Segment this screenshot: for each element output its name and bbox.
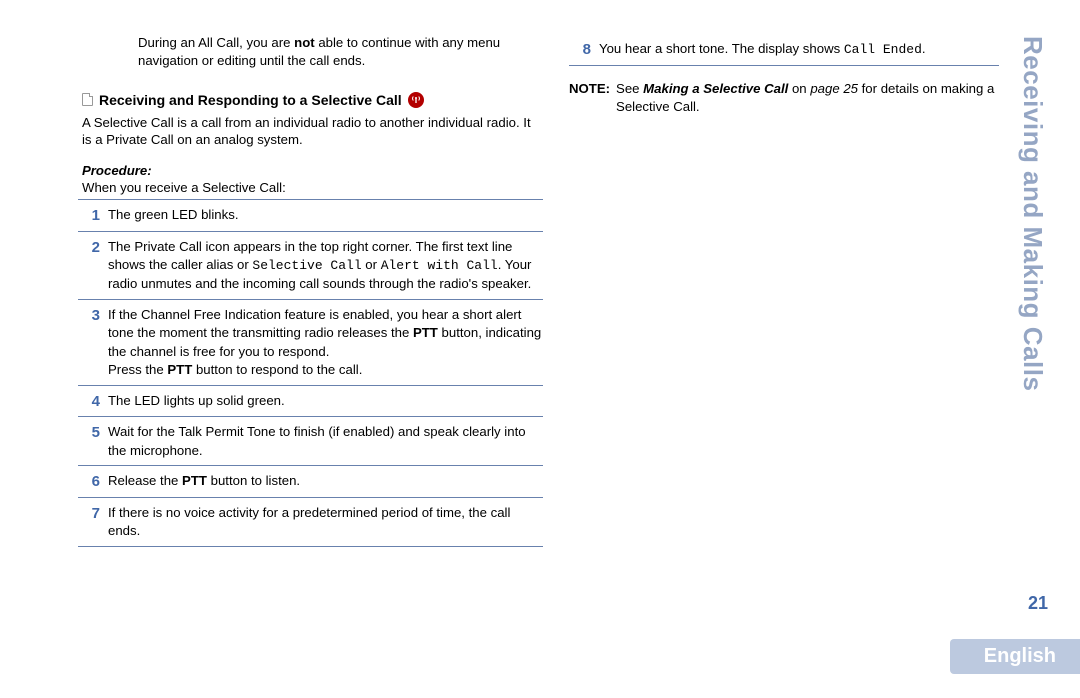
step-text: Wait for the Talk Permit Tone to finish … (108, 423, 543, 460)
steps-list: 1 The green LED blinks. 2 The Private Ca… (78, 199, 543, 547)
note-label: NOTE: (569, 80, 616, 117)
left-column: During an All Call, you are not able to … (78, 34, 543, 547)
step-text: If there is no voice activity for a pred… (108, 504, 543, 541)
manual-page: During an All Call, you are not able to … (0, 0, 1080, 698)
procedure-intro: When you receive a Selective Call: (78, 180, 543, 195)
mono-text: Alert with Call (381, 258, 498, 273)
all-call-intro: During an All Call, you are not able to … (78, 34, 543, 70)
step-number: 5 (78, 423, 108, 443)
mono-text: Call Ended (844, 42, 922, 57)
step-3: 3 If the Channel Free Indication feature… (78, 300, 543, 386)
language-tab: English (950, 639, 1080, 674)
intro-bold: not (294, 35, 315, 50)
intro-pre: During an All Call, you are (138, 35, 294, 50)
step-2: 2 The Private Call icon appears in the t… (78, 232, 543, 300)
step-6: 6 Release the PTT button to listen. (78, 466, 543, 498)
content-columns: During an All Call, you are not able to … (0, 0, 1080, 547)
note-text: See Making a Selective Call on page 25 f… (616, 80, 999, 117)
step-5: 5 Wait for the Talk Permit Tone to finis… (78, 417, 543, 466)
step-8: 8 You hear a short tone. The display sho… (569, 34, 999, 66)
page-number: 21 (1028, 593, 1048, 614)
step-text: The green LED blinks. (108, 206, 543, 224)
section-description: A Selective Call is a call from an indiv… (78, 114, 543, 150)
step-4: 4 The LED lights up solid green. (78, 386, 543, 418)
step-text: The Private Call icon appears in the top… (108, 238, 543, 294)
procedure-label: Procedure: (78, 163, 543, 178)
step-number: 3 (78, 306, 108, 326)
radio-tower-icon (408, 92, 424, 108)
book-icon (82, 93, 93, 106)
step-number: 7 (78, 504, 108, 524)
section-heading: Receiving and Responding to a Selective … (78, 92, 543, 108)
step-text: You hear a short tone. The display shows… (599, 40, 999, 59)
step-7: 7 If there is no voice activity for a pr… (78, 498, 543, 547)
step-text: Release the PTT button to listen. (108, 472, 543, 490)
note-block: NOTE: See Making a Selective Call on pag… (569, 80, 999, 117)
step-text: The LED lights up solid green. (108, 392, 543, 410)
mono-text: Selective Call (252, 258, 361, 273)
chapter-sidebar-title: Receiving and Making Calls (1017, 36, 1048, 391)
step-number: 1 (78, 206, 108, 226)
step-number: 4 (78, 392, 108, 412)
step-1: 1 The green LED blinks. (78, 199, 543, 232)
step-number: 8 (569, 40, 599, 60)
heading-text: Receiving and Responding to a Selective … (99, 92, 402, 108)
right-column: 8 You hear a short tone. The display sho… (569, 34, 999, 547)
step-number: 2 (78, 238, 108, 258)
step-text: If the Channel Free Indication feature i… (108, 306, 543, 380)
step-number: 6 (78, 472, 108, 492)
